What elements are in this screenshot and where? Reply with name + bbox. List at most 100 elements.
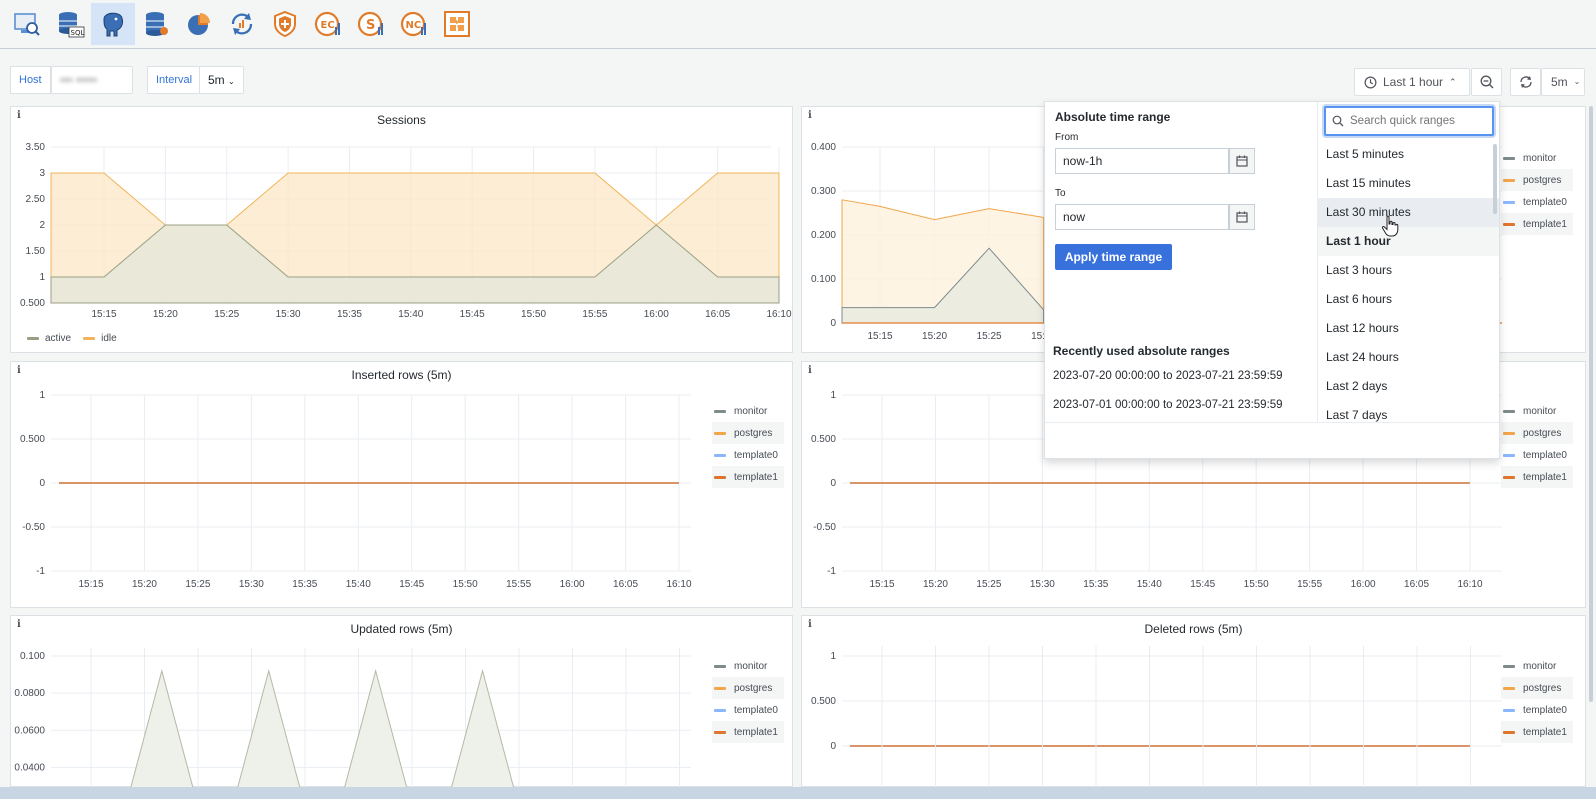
from-label: From (1055, 132, 1079, 143)
deleted-rows-chart: 0 0.500 1 (811, 646, 1502, 788)
legend-swatch (1503, 200, 1515, 204)
legend-item-idle[interactable]: idle (83, 333, 117, 344)
legend-swatch (714, 431, 726, 435)
x-tick-label: 15:50 (521, 309, 546, 320)
legend-item-postgres[interactable]: postgres (1501, 422, 1573, 444)
to-input[interactable]: now (1055, 204, 1229, 230)
x-tick-label: 15:30 (1030, 579, 1055, 590)
x-tick-label: 15:30 (276, 309, 301, 320)
recent-ranges-title: Recently used absolute ranges (1053, 344, 1230, 358)
legend-item-postgres[interactable]: postgres (1501, 169, 1573, 191)
x-tick-label: 16:00 (560, 579, 585, 590)
puzzle-frame-icon[interactable] (435, 3, 479, 45)
legend-item-template1[interactable]: template1 (712, 721, 784, 743)
quick-range-item[interactable]: Last 15 minutes (1318, 169, 1499, 198)
s-coin-icon[interactable]: S (349, 3, 393, 45)
legend-item-monitor[interactable]: monitor (1501, 400, 1573, 422)
quick-range-search[interactable] (1324, 106, 1494, 136)
time-range-picker-button[interactable]: Last 1 hour ⌃ (1354, 68, 1470, 96)
legend-label: active (45, 333, 72, 344)
postgresql-elephant-icon[interactable] (91, 3, 135, 45)
legend-swatch (1503, 222, 1515, 226)
legend-label: template0 (1523, 704, 1567, 716)
legend-item-template0[interactable]: template0 (1501, 699, 1573, 721)
sql-database-icon[interactable]: SQL (48, 3, 92, 45)
monitor-search-icon[interactable] (5, 3, 49, 45)
refresh-chart-icon[interactable] (220, 3, 264, 45)
refresh-interval-picker[interactable]: 5m ⌄ (1541, 68, 1585, 96)
db-legend: monitor postgres template0 template1 (1501, 655, 1573, 743)
x-tick-label: 15:30 (239, 579, 264, 590)
to-calendar-button[interactable] (1229, 204, 1255, 230)
x-tick-label: 16:00 (1351, 579, 1376, 590)
x-tick-label: 15:40 (1137, 579, 1162, 590)
legend-label: postgres (734, 427, 773, 439)
legend-item-active[interactable]: active (27, 333, 71, 344)
legend-item-template0[interactable]: template0 (1501, 444, 1573, 466)
database-stack-icon[interactable] (134, 3, 178, 45)
quick-range-item[interactable]: Last 6 hours (1318, 285, 1499, 314)
db-legend: monitor postgres template0 template1 (1501, 147, 1573, 235)
legend-item-template0[interactable]: template0 (712, 699, 784, 721)
nc-coin-icon[interactable]: NC (392, 3, 436, 45)
legend-item-postgres[interactable]: postgres (1501, 677, 1573, 699)
sessions-legend: active idle (27, 333, 117, 344)
legend-item-monitor[interactable]: monitor (1501, 655, 1573, 677)
horizontal-scrollbar[interactable] (0, 787, 1596, 799)
x-tick-label: 16:10 (1457, 579, 1482, 590)
legend-label: template1 (1523, 218, 1567, 230)
top-toolbar: SQL EC S NC (0, 0, 1596, 49)
legend-item-monitor[interactable]: monitor (712, 400, 784, 422)
interval-variable-select[interactable]: 5m ⌄ (199, 66, 244, 94)
recent-range-item[interactable]: 2023-07-01 00:00:00 to 2023-07-21 23:59:… (1053, 399, 1283, 411)
interval-variable-value: 5m (208, 73, 225, 87)
x-tick-label: 16:10 (666, 579, 691, 590)
legend-item-monitor[interactable]: monitor (712, 655, 784, 677)
quick-range-item[interactable]: Last 12 hours (1318, 314, 1499, 343)
legend-item-monitor[interactable]: monitor (1501, 147, 1573, 169)
legend-item-template1[interactable]: template1 (1501, 213, 1573, 235)
legend-item-template0[interactable]: template0 (712, 444, 784, 466)
quick-range-item[interactable]: Last 5 minutes (1318, 140, 1499, 169)
quick-range-item[interactable]: Last 1 hour (1318, 227, 1499, 256)
zoom-out-button[interactable] (1471, 68, 1502, 96)
legend-item-template1[interactable]: template1 (712, 466, 784, 488)
quick-range-item[interactable]: Last 3 hours (1318, 256, 1499, 285)
legend-swatch (714, 409, 726, 413)
series-peak-monitor (237, 668, 301, 788)
db-legend: monitor postgres template0 template1 (712, 400, 784, 488)
from-calendar-button[interactable] (1229, 148, 1255, 174)
legend-item-template1[interactable]: template1 (1501, 721, 1573, 743)
refresh-button[interactable] (1510, 68, 1541, 96)
db-legend: monitor postgres template0 template1 (712, 655, 784, 743)
legend-item-postgres[interactable]: postgres (712, 677, 784, 699)
from-input[interactable]: now-1h (1055, 148, 1229, 174)
vertical-scrollbar[interactable] (1586, 106, 1596, 706)
apply-time-range-button[interactable]: Apply time range (1055, 244, 1172, 270)
x-tick-label: 15:15 (91, 309, 116, 320)
x-tick-label: 15:20 (923, 579, 948, 590)
x-tick-label: 15:15 (869, 579, 894, 590)
legend-label: monitor (734, 660, 768, 672)
quick-range-scrollbar[interactable] (1493, 144, 1497, 214)
updated-rows-panel: i Updated rows (5m) 0.0400 0.0600 0.0800 0.… (10, 615, 793, 788)
legend-item-template0[interactable]: template0 (1501, 191, 1573, 213)
host-variable-select[interactable]: ••• ••••• (51, 66, 133, 94)
scrollbar-thumb[interactable] (1589, 106, 1593, 702)
legend-item-postgres[interactable]: postgres (712, 422, 784, 444)
y-tick-label: 0.0600 (14, 725, 45, 736)
legend-item-template1[interactable]: template1 (1501, 466, 1573, 488)
clock-icon (1364, 76, 1377, 88)
quick-range-item[interactable]: Last 24 hours (1318, 343, 1499, 372)
quick-range-item[interactable]: Last 2 days (1318, 372, 1499, 401)
ec-coin-icon[interactable]: EC (306, 3, 350, 45)
quick-range-item[interactable]: Last 30 minutes (1318, 198, 1499, 227)
pie-chart-icon[interactable] (177, 3, 221, 45)
chevron-up-icon: ⌃ (1449, 77, 1457, 87)
legend-swatch (27, 337, 39, 340)
quick-range-search-input[interactable] (1350, 115, 1480, 127)
shield-plus-icon[interactable] (263, 3, 307, 45)
recent-range-item[interactable]: 2023-07-20 00:00:00 to 2023-07-21 23:59:… (1053, 370, 1283, 382)
quick-range-item[interactable]: Last 7 days (1318, 401, 1499, 422)
y-tick-label: 2 (39, 220, 45, 231)
